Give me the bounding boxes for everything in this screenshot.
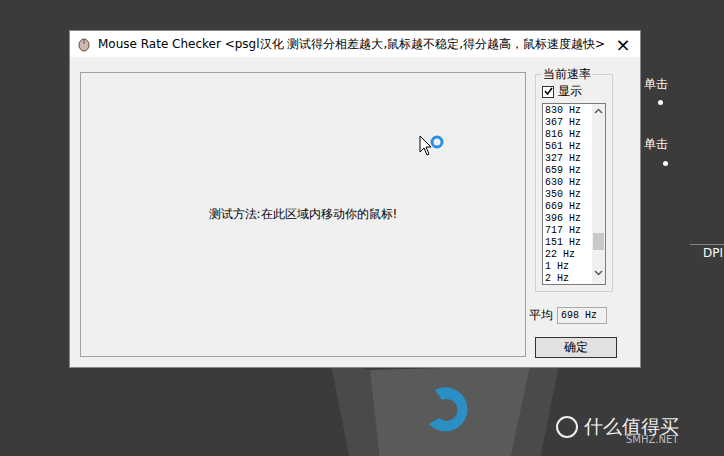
background-label: 单击 [644,76,668,93]
busy-cursor-icon [419,135,445,159]
rate-item[interactable]: 630 Hz [545,177,590,189]
rate-item[interactable]: 1 Hz [545,261,590,273]
watermark: 什么值得买 SMHZ.NET [556,414,679,440]
rate-item[interactable]: 327 Hz [545,153,590,165]
mouse-icon [76,36,92,52]
rate-item[interactable]: 659 Hz [545,165,590,177]
average-label: 平均 [529,307,553,324]
rate-item[interactable]: 669 Hz [545,201,590,213]
background-label: DPI [703,246,723,260]
rate-item[interactable]: 151 Hz [545,237,590,249]
pointer-line [690,244,724,245]
rate-group: 当前速率 显示 830 Hz367 Hz816 Hz561 Hz327 Hz65… [535,66,613,292]
rate-item[interactable]: 830 Hz [545,105,590,117]
background-label: 单击 [644,136,668,153]
rate-item[interactable]: 816 Hz [545,129,590,141]
scrollbar[interactable] [592,104,605,284]
rate-item[interactable]: 367 Hz [545,117,590,129]
mouse-rate-window: Mouse Rate Checker <psgl汉化 测试得分相差越大,鼠标越不… [69,30,641,368]
group-label: 当前速率 [542,66,592,83]
brand-logo-icon [556,416,578,438]
show-checkbox[interactable]: 显示 [542,83,606,100]
ok-button[interactable]: 确定 [535,337,617,358]
rate-item[interactable]: 22 Hz [545,249,590,261]
watermark-site: SMHZ.NET [626,434,678,445]
close-button[interactable]: × [612,34,634,55]
rate-item[interactable]: 396 Hz [545,213,590,225]
desktop: 单击单击DPI Mouse Rate Checker <psgl汉化 测试得分相… [0,0,724,456]
rate-list[interactable]: 830 Hz367 Hz816 Hz561 Hz327 Hz659 Hz630 … [542,103,606,285]
mouse-render-icon [330,360,560,456]
check-icon [544,87,553,96]
rate-item[interactable]: 717 Hz [545,225,590,237]
scroll-down-icon[interactable] [593,267,604,278]
pointer-dot-icon [663,161,668,166]
rate-item[interactable]: 561 Hz [545,141,590,153]
title-bar: Mouse Rate Checker <psgl汉化 测试得分相差越大,鼠标越不… [70,31,640,57]
rate-item[interactable]: 2 Hz [545,273,590,284]
average-field: 698 Hz [557,307,607,324]
test-area[interactable]: 测试方法:在此区域内移动你的鼠标! [80,72,526,357]
scroll-thumb[interactable] [593,233,604,250]
pointer-dot-icon [658,100,663,105]
window-title: Mouse Rate Checker <psgl汉化 测试得分相差越大,鼠标越不… [98,36,606,53]
rate-item[interactable]: 350 Hz [545,189,590,201]
instruction-text: 测试方法:在此区域内移动你的鼠标! [209,206,398,223]
scroll-up-icon[interactable] [593,106,604,117]
